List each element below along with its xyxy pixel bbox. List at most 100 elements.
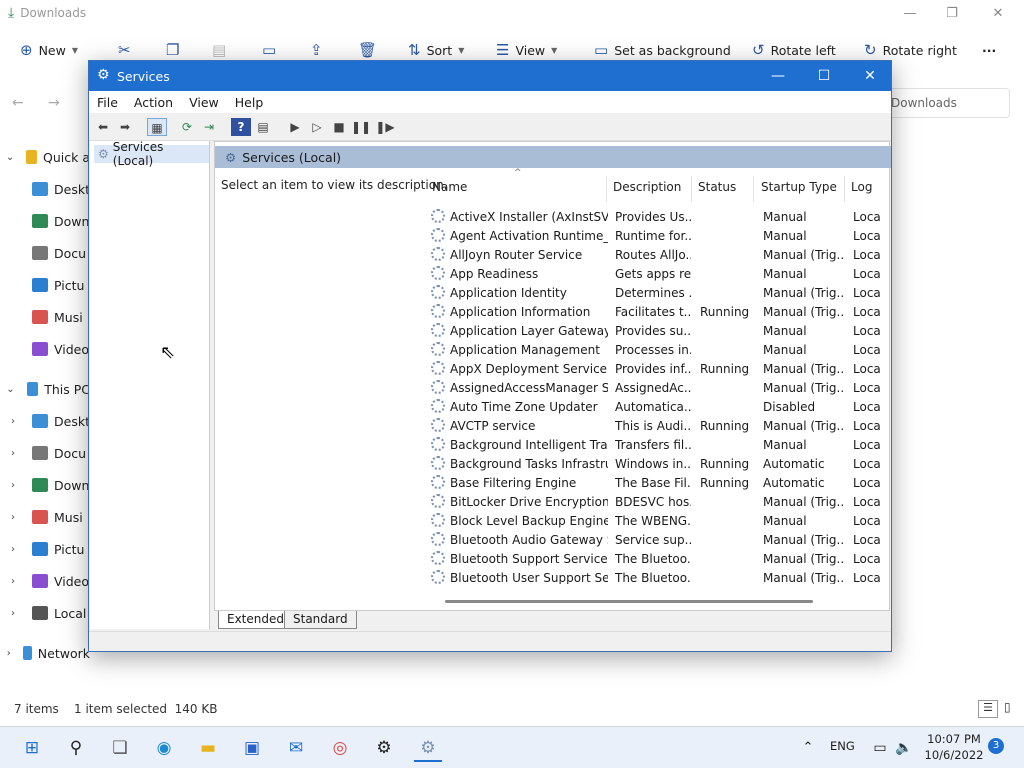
table-row[interactable]: Bluetooth Support Service The Bluetoo... M… <box>428 550 890 569</box>
sidebar-item[interactable]: › Local <box>0 599 90 627</box>
mail-icon[interactable]: ✉ <box>282 734 310 762</box>
file-explorer-icon[interactable]: ▬ <box>194 734 222 762</box>
help-icon[interactable]: ? <box>231 118 251 136</box>
chevron-right-icon[interactable]: › <box>4 512 22 523</box>
table-row[interactable]: ActiveX Installer (AxInstSV) Provides Us.… <box>428 208 890 227</box>
start-service-alt-icon[interactable]: ▷ <box>307 118 327 136</box>
column-header-status[interactable]: Status <box>698 180 736 200</box>
tab-extended[interactable]: Extended <box>218 611 293 629</box>
table-row[interactable]: Agent Activation Runtime_... Runtime for.… <box>428 227 890 246</box>
chevron-down-icon[interactable]: ⌄ <box>4 152 16 163</box>
column-divider[interactable] <box>606 176 607 202</box>
table-row[interactable]: Base Filtering Engine The Base Fil... Runn… <box>428 474 890 493</box>
language-indicator[interactable]: ENG <box>830 739 855 753</box>
sidebar-item[interactable]: › Deskt <box>0 407 90 435</box>
table-row[interactable]: AppX Deployment Service (... Provides inf… <box>428 360 890 379</box>
chevron-right-icon[interactable]: › <box>4 576 22 587</box>
table-row[interactable]: Application Information Facilitates t... R… <box>428 303 890 322</box>
column-divider[interactable] <box>844 176 845 202</box>
store-icon[interactable]: ▣ <box>238 734 266 762</box>
sidebar-item[interactable]: Pictu <box>0 271 90 299</box>
close-button[interactable]: ✕ <box>847 61 893 91</box>
sidebar-item[interactable]: Video <box>0 335 90 363</box>
table-row[interactable]: Bluetooth User Support Ser... The Bluetoo… <box>428 569 890 584</box>
sidebar-item[interactable]: Musi <box>0 303 90 331</box>
edge-icon[interactable]: ◉ <box>150 734 178 762</box>
volume-icon[interactable]: 🔈 <box>890 734 918 762</box>
sidebar-item[interactable]: ⌄ This PC <box>0 375 90 403</box>
restore-button[interactable]: ❐ <box>940 4 964 24</box>
sidebar-item[interactable]: Down <box>0 207 90 235</box>
menu-help[interactable]: Help <box>235 95 264 110</box>
table-row[interactable]: Application Layer Gateway ... Provides su… <box>428 322 890 341</box>
table-row[interactable]: Application Identity Determines ... Manual… <box>428 284 890 303</box>
minimize-button[interactable]: — <box>755 61 801 91</box>
sidebar-item[interactable]: › Docu <box>0 439 90 467</box>
start-icon[interactable]: ⊞ <box>18 734 46 762</box>
menu-view[interactable]: View <box>189 95 219 110</box>
export-list-icon[interactable]: ⇥ <box>199 118 219 136</box>
table-row[interactable]: Auto Time Zone Updater Automatica... Disab… <box>428 398 890 417</box>
table-row[interactable]: Block Level Backup Engine ... The WBENG..… <box>428 512 890 531</box>
sidebar-item[interactable]: › Down <box>0 471 90 499</box>
chevron-right-icon[interactable]: › <box>4 544 22 555</box>
table-row[interactable]: AllJoyn Router Service Routes AllJo... Man… <box>428 246 890 265</box>
column-header-name[interactable]: Name <box>432 180 467 200</box>
tab-standard[interactable]: Standard <box>284 611 357 629</box>
chevron-down-icon[interactable]: ⌄ <box>4 384 17 395</box>
task-view-icon[interactable]: ❏ <box>106 734 134 762</box>
chevron-up-icon[interactable]: ⌃ <box>794 734 822 762</box>
sidebar-item[interactable]: › Musi <box>0 503 90 531</box>
chevron-right-icon[interactable]: › <box>4 480 22 491</box>
details-view-icon[interactable]: ☰ <box>978 700 998 718</box>
column-header-startup-type[interactable]: Startup Type <box>761 180 837 200</box>
search-box[interactable]: Downloads <box>880 88 1010 118</box>
console-tree-icon[interactable]: ▦ <box>147 118 167 136</box>
tree-item-services-local[interactable]: ⚙ Services (Local) <box>94 140 209 168</box>
back-icon[interactable]: ⬅ <box>93 118 113 136</box>
sidebar-item[interactable]: › Video <box>0 567 90 595</box>
forward-icon[interactable]: ➡ <box>115 118 135 136</box>
chrome-icon[interactable]: ◎ <box>326 734 354 762</box>
refresh-icon[interactable]: ⟳ <box>177 118 197 136</box>
minimize-button[interactable]: — <box>898 4 922 24</box>
column-header-description[interactable]: Description <box>613 180 681 200</box>
sidebar-item[interactable]: Deskt <box>0 175 90 203</box>
column-divider[interactable] <box>691 176 692 202</box>
table-row[interactable]: App Readiness Gets apps re... Manual Loca <box>428 265 890 284</box>
settings-gear-icon[interactable]: ⚙ <box>370 734 398 762</box>
services-taskbar-icon[interactable]: ⚙ <box>414 734 442 762</box>
chevron-right-icon[interactable]: › <box>4 648 13 659</box>
more-options-button[interactable]: ··· <box>982 36 996 64</box>
table-row[interactable]: AVCTP service This is Audi... Running Manua… <box>428 417 890 436</box>
sidebar-item[interactable]: Docu <box>0 239 90 267</box>
close-button[interactable]: ✕ <box>986 4 1010 24</box>
chevron-right-icon[interactable]: › <box>4 448 22 459</box>
table-row[interactable]: Background Tasks Infrastruc... Windows in… <box>428 455 890 474</box>
new-button[interactable]: ⊕ New ▼ <box>20 36 78 64</box>
maximize-button[interactable]: ☐ <box>801 61 847 91</box>
sidebar-item[interactable]: › Network <box>0 639 90 667</box>
notification-badge[interactable]: 3 <box>988 738 1004 754</box>
clock[interactable]: 10:07 PM 10/6/2022 <box>924 731 984 763</box>
start-service-icon[interactable]: ▶ <box>285 118 305 136</box>
table-row[interactable]: AssignedAccessManager Se... AssignedAc...… <box>428 379 890 398</box>
sidebar-item[interactable]: › Pictu <box>0 535 90 563</box>
chevron-right-icon[interactable]: › <box>4 416 22 427</box>
horizontal-scrollbar[interactable] <box>445 600 813 603</box>
tiles-view-icon[interactable]: ▯ <box>1004 700 1011 714</box>
back-arrow-icon[interactable]: ← <box>12 95 24 111</box>
column-divider[interactable] <box>753 176 754 202</box>
menu-file[interactable]: File <box>97 95 118 110</box>
restart-service-icon[interactable]: ❚▶ <box>375 118 395 136</box>
pause-service-icon[interactable]: ❚❚ <box>351 118 371 136</box>
search-icon[interactable]: ⚲ <box>62 734 90 762</box>
table-row[interactable]: BitLocker Drive Encryption ... BDESVC hos… <box>428 493 890 512</box>
table-row[interactable]: Background Intelligent Tran... Transfers … <box>428 436 890 455</box>
table-row[interactable]: Application Management Processes in... Man… <box>428 341 890 360</box>
sidebar-item[interactable]: ⌄ Quick a <box>0 143 90 171</box>
services-title-bar[interactable]: ⚙ Services — ☐ ✕ <box>89 61 891 91</box>
forward-arrow-icon[interactable]: → <box>48 95 60 111</box>
table-row[interactable]: Bluetooth Audio Gateway S... Service sup.… <box>428 531 890 550</box>
menu-action[interactable]: Action <box>134 95 173 110</box>
